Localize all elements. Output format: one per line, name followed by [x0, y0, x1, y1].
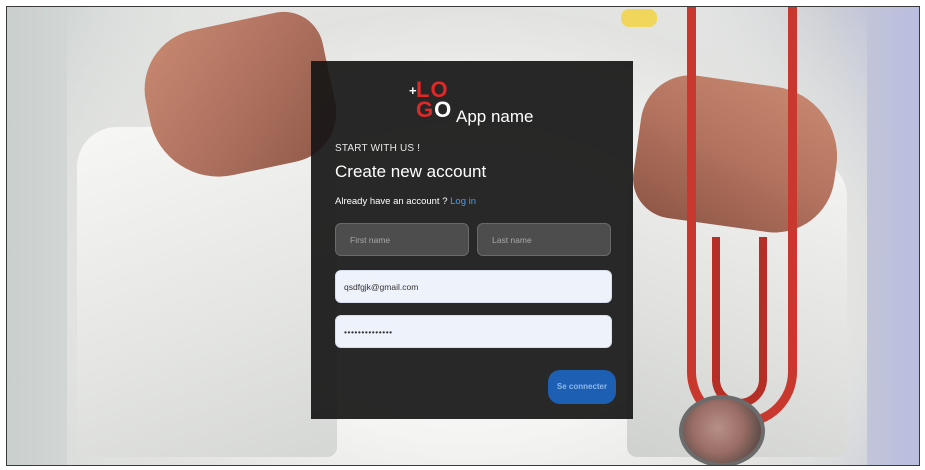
logo-line2: GO: [416, 99, 452, 121]
app-logo: + LO GO App name: [409, 79, 559, 129]
email-input[interactable]: [335, 270, 612, 303]
first-name-input[interactable]: [335, 223, 469, 256]
bg-stethoscope-ear-tip: [621, 9, 657, 27]
login-link[interactable]: Log in: [450, 196, 476, 207]
logo-line2-first: G: [416, 97, 435, 122]
login-prompt-row: Already have an account ? Log in: [335, 196, 476, 207]
page-title: Create new account: [335, 162, 487, 181]
login-prompt: Already have an account ?: [335, 196, 448, 207]
bg-stethoscope-chestpiece: [679, 395, 765, 465]
logo-line2-second: O: [434, 97, 453, 122]
signup-panel: + LO GO App name START WITH US ! Create …: [311, 61, 633, 419]
eyebrow-text: START WITH US !: [335, 143, 421, 154]
app-name: App name: [456, 107, 534, 126]
bg-coat-left-arm: [77, 127, 337, 457]
screen-frame: + LO GO App name START WITH US ! Create …: [6, 6, 920, 466]
password-input[interactable]: [335, 315, 612, 348]
bg-stethoscope-tube-inner: [712, 237, 767, 407]
submit-button[interactable]: Se connecter: [548, 370, 616, 404]
last-name-input[interactable]: [477, 223, 611, 256]
